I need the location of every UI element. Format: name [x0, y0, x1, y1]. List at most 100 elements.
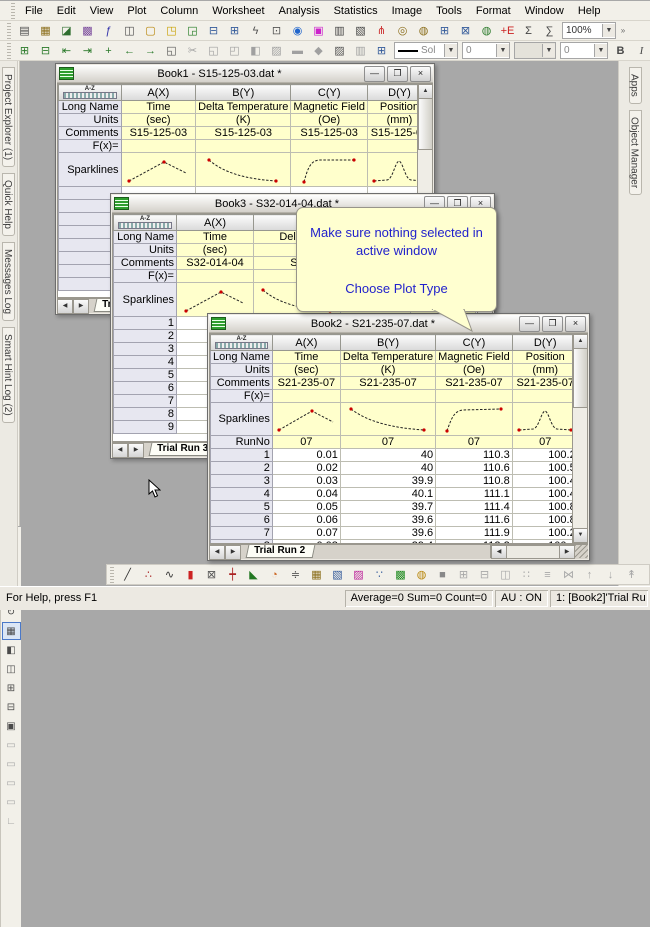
tab-scroll-left-icon[interactable]: ◀ — [57, 299, 73, 314]
cell[interactable]: S21-235-07 — [340, 377, 435, 390]
menu-item[interactable]: File — [18, 3, 50, 19]
cell[interactable]: 07 — [512, 436, 578, 449]
pattern-icon[interactable]: ▨ — [330, 42, 349, 59]
cell[interactable]: Magnetic Field — [436, 351, 513, 364]
chevron-down-icon[interactable]: ▼ — [542, 44, 555, 57]
add-layer-icon[interactable]: ◧ — [2, 641, 21, 659]
menu-item[interactable]: Plot — [120, 3, 153, 19]
line-color-icon[interactable]: ▬ — [288, 42, 307, 59]
fill-color-icon[interactable]: ◧ — [246, 42, 265, 59]
move-col-left-icon[interactable]: ← — [120, 42, 139, 59]
zoom-combo[interactable]: 100% ▼ — [562, 22, 616, 39]
chevron-down-icon[interactable]: ▼ — [602, 24, 615, 37]
row-label[interactable]: F(x)= — [114, 270, 177, 283]
cell[interactable] — [196, 140, 291, 153]
row-number[interactable]: 1 — [211, 449, 273, 462]
cell[interactable]: 111.9 — [436, 527, 513, 540]
tab-scroll-left-icon[interactable]: ◀ — [112, 443, 128, 458]
close-button[interactable]: × — [410, 66, 431, 82]
row-label[interactable]: F(x)= — [59, 140, 122, 153]
3d-bar-plot-icon[interactable]: ▧ — [328, 566, 347, 583]
row-number[interactable]: 6 — [114, 382, 177, 395]
cell[interactable] — [272, 390, 340, 403]
cell[interactable]: 07 — [436, 436, 513, 449]
cell[interactable]: 100.8 — [512, 501, 578, 514]
cell[interactable]: Position — [512, 351, 578, 364]
cell[interactable]: Time — [121, 101, 196, 114]
scroll-right-icon[interactable]: ▶ — [559, 545, 575, 559]
cell[interactable]: Delta Temperature — [340, 351, 435, 364]
row-label[interactable]: Comments — [114, 257, 177, 270]
cell[interactable]: 110.3 — [436, 449, 513, 462]
cell[interactable]: 0.02 — [272, 462, 340, 475]
spray-icon[interactable]: ◆ — [309, 42, 328, 59]
cell[interactable]: S15-125-03 — [196, 127, 291, 140]
cell[interactable]: 0.03 — [272, 475, 340, 488]
book1-titlebar[interactable]: Book1 - S15-125-03.dat * — ❐ × — [57, 65, 433, 83]
graph-window-icon[interactable]: ⊠ — [456, 22, 475, 39]
cell[interactable]: 39.4 — [340, 540, 435, 545]
toolbar-grip[interactable] — [7, 43, 11, 59]
borders-icon[interactable]: ⊞ — [372, 42, 391, 59]
layout-b-icon[interactable]: ▭ — [2, 755, 21, 773]
cell[interactable]: S21-235-07 — [512, 377, 578, 390]
find-icon[interactable]: ◎ — [393, 22, 412, 39]
cell[interactable]: (sec) — [272, 364, 340, 377]
row-label[interactable]: Long Name — [211, 351, 273, 364]
row-number[interactable]: 2 — [211, 462, 273, 475]
menu-item[interactable]: Format — [469, 3, 518, 19]
cell[interactable]: 39.7 — [340, 501, 435, 514]
tab-scroll-left-icon[interactable]: ◀ — [209, 545, 225, 560]
menu-item[interactable]: Statistics — [327, 3, 385, 19]
contour-plot-icon[interactable]: ▩ — [391, 566, 410, 583]
unstack-icon[interactable]: ⋔ — [372, 22, 391, 39]
cell[interactable]: (K) — [340, 364, 435, 377]
open-excel-icon[interactable]: ◲ — [183, 22, 202, 39]
cell[interactable] — [291, 140, 368, 153]
toolbar-grip[interactable] — [7, 23, 11, 39]
move-col-last-icon[interactable]: ⇥ — [78, 42, 97, 59]
row-number[interactable]: 3 — [211, 475, 273, 488]
line-symbol-plot-icon[interactable]: ∿ — [160, 566, 179, 583]
new-notes-icon[interactable]: ▢ — [141, 22, 160, 39]
cell[interactable]: S15-125-03 — [121, 127, 196, 140]
cell[interactable]: Time — [177, 231, 254, 244]
cell[interactable]: 110.6 — [436, 462, 513, 475]
scroll-up-icon[interactable]: ▲ — [418, 84, 433, 99]
color-combo[interactable]: ▼ — [514, 42, 556, 59]
line-width-combo[interactable]: 0 ▼ — [462, 42, 510, 59]
row-number[interactable]: 2 — [114, 330, 177, 343]
cell[interactable]: 0.04 — [272, 488, 340, 501]
cell[interactable]: S21-235-07 — [436, 377, 513, 390]
move-col-first-icon[interactable]: ⇤ — [57, 42, 76, 59]
cell[interactable]: S15-125-03 — [291, 127, 368, 140]
cell[interactable]: 0.05 — [272, 501, 340, 514]
select-all-corner[interactable]: A-Z — [211, 335, 273, 351]
column-header[interactable]: A(X) — [121, 85, 196, 101]
column-header[interactable]: C(Y) — [291, 85, 368, 101]
web-connect-icon[interactable]: ◍ — [477, 22, 496, 39]
zoom-in-icon[interactable]: ⊞ — [454, 566, 473, 583]
row-number[interactable]: 8 — [114, 408, 177, 421]
row-number[interactable]: 5 — [114, 369, 177, 382]
cell[interactable] — [121, 140, 196, 153]
bold-button[interactable]: B — [611, 42, 630, 59]
set-as-x-icon[interactable]: ⊞ — [15, 42, 34, 59]
polar-plot-icon[interactable]: ◍ — [412, 566, 431, 583]
book2-titlebar[interactable]: Book2 - S21-235-07.dat * — ❐ × — [209, 315, 588, 333]
scroll-down-icon[interactable]: ▼ — [573, 528, 588, 543]
toolbar-overflow-icon[interactable]: » — [618, 26, 628, 35]
copy-icon[interactable]: ◱ — [204, 42, 223, 59]
tab-scroll-right-icon[interactable]: ▶ — [225, 545, 241, 560]
column-header[interactable]: A(X) — [177, 215, 254, 231]
restore-button[interactable]: ❐ — [542, 316, 563, 332]
close-button[interactable]: × — [565, 316, 586, 332]
menu-item[interactable]: Window — [518, 3, 571, 19]
back-icon[interactable]: ↡ — [643, 566, 650, 583]
status-au-toggle[interactable]: AU : ON — [495, 590, 548, 607]
cell[interactable]: (Oe) — [436, 364, 513, 377]
italic-button[interactable]: I — [632, 42, 650, 59]
pie-plot-icon[interactable]: ◔ — [265, 566, 284, 583]
toolbar-grip[interactable] — [110, 567, 114, 583]
front-icon[interactable]: ↟ — [622, 566, 641, 583]
